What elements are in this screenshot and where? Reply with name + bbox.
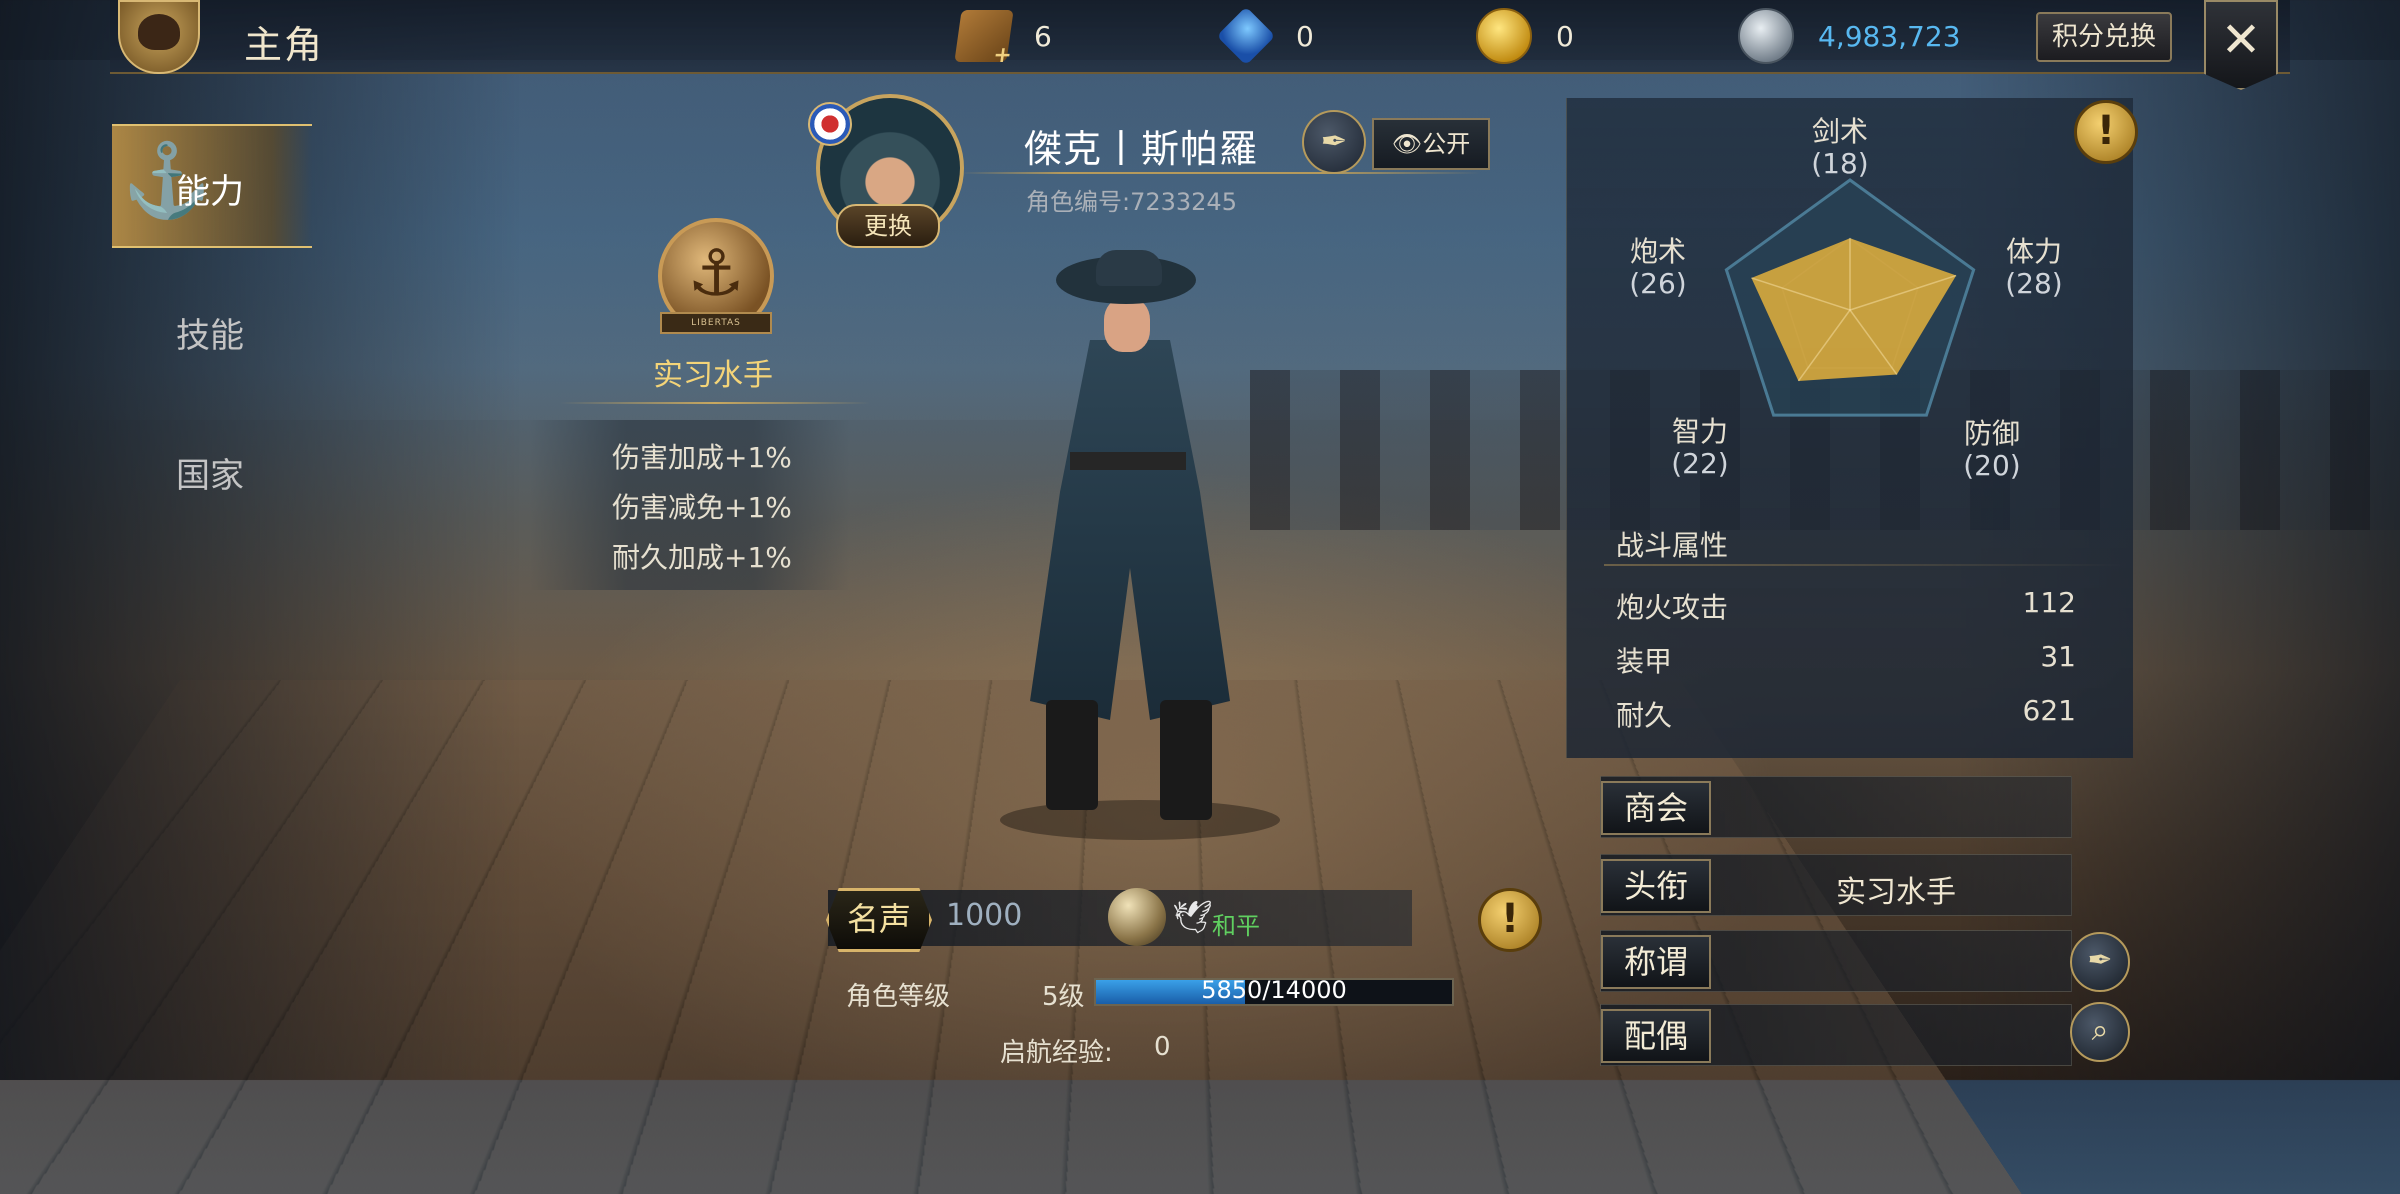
resource-coin[interactable]: 0 [1476, 8, 1574, 64]
tab-skills[interactable]: 技能 [112, 270, 312, 390]
resource-chest-value: 6 [1034, 19, 1052, 53]
info-row-tag: 头衔 [1601, 859, 1711, 913]
tab-skills-label: 技能 [176, 316, 244, 356]
xp-progress-text: 5850/14000 [1201, 976, 1347, 1004]
rank-badge-ribbon: LIBERTAS [660, 312, 772, 334]
character-boot-left [1046, 700, 1098, 810]
fame-value: 1000 [946, 898, 1023, 933]
coin-icon [1476, 8, 1532, 64]
top-bar [110, 0, 2290, 74]
rank-bonus-damage-reduction: 伤害减免+1% [612, 491, 792, 524]
combat-row-label: 耐久 [1616, 699, 1673, 732]
radar-label-sword-name: 剑术 [1811, 115, 1868, 148]
level-label: 角色等级 [846, 982, 951, 1012]
resource-silver-value: 4,983,723 [1818, 19, 1961, 53]
tab-nation-label: 国家 [176, 456, 244, 496]
rank-name: 实习水手 [653, 358, 773, 393]
name-underline [960, 172, 1480, 174]
character-id: 角色编号:7233245 [1026, 188, 1237, 216]
peace-status-orb-icon[interactable] [1108, 888, 1166, 946]
combat-row-value: 621 [2022, 694, 2076, 727]
points-exchange-button[interactable]: 积分兑换 [2036, 12, 2172, 62]
sail-exp-value: 0 [1154, 1032, 1171, 1062]
stats-info-icon[interactable]: ! [2074, 100, 2138, 164]
dove-icon: 🕊 [1172, 898, 1213, 936]
radar-label-stamina-value: (28) [2005, 267, 2063, 300]
radar-label-intellect-name: 智力 [1671, 415, 1728, 448]
resource-chest[interactable]: + 6 [954, 10, 1052, 68]
rank-divider [560, 402, 870, 404]
radar-label-stamina-name: 体力 [2005, 235, 2062, 268]
combat-row-value: 31 [2040, 640, 2076, 673]
combat-stats-title: 战斗属性 [1616, 529, 1729, 562]
radar-label-defense-name: 防御 [1963, 417, 2020, 450]
level-number: 5级 [1042, 982, 1085, 1012]
radar-label-defense-value: (20) [1963, 449, 2021, 482]
radar-label-gunnery-value: (26) [1629, 267, 1687, 300]
page-title: 主角 [244, 23, 325, 67]
search-icon[interactable]: ⌕ [2070, 1002, 2130, 1062]
info-row-value: 实习水手 [1836, 875, 1956, 910]
info-row-tag: 称谓 [1601, 935, 1711, 989]
fame-info-icon[interactable]: ! [1478, 888, 1542, 952]
chest-icon: + [954, 10, 1014, 68]
character-name: 傑克丨斯帕羅 [1024, 127, 1259, 171]
combat-row-label: 装甲 [1616, 645, 1673, 678]
public-label: 公开 [1422, 130, 1471, 158]
resource-coin-value: 0 [1556, 19, 1574, 53]
close-icon[interactable]: ✕ [2204, 0, 2278, 90]
rank-bonus-damage: 伤害加成+1% [612, 441, 792, 474]
radar-label-intellect: 智力 (22) [1640, 416, 1760, 480]
info-row-tag: 配偶 [1601, 1009, 1711, 1063]
resource-silver[interactable]: 4,983,723 [1738, 8, 1961, 64]
peace-status-label: 和平 [1212, 912, 1260, 940]
rename-quill-icon[interactable]: ✒ [1302, 110, 1366, 174]
fame-tag: 名声 [826, 888, 932, 952]
character-hat-crown [1096, 250, 1162, 286]
tab-ability[interactable]: ⚓ 能力 [112, 124, 312, 248]
radar-label-intellect-value: (22) [1671, 447, 1729, 480]
nation-flag-icon [808, 102, 852, 146]
character-boot-right [1160, 700, 1212, 820]
resource-gem-value: 0 [1296, 19, 1314, 53]
character-belt [1070, 452, 1186, 470]
tab-ability-label: 能力 [176, 172, 244, 212]
sail-exp-label: 启航经验: [1000, 1038, 1113, 1068]
info-row-title[interactable]: 头衔 实习水手 [1600, 854, 2072, 916]
silver-coin-icon [1738, 8, 1794, 64]
change-portrait-button[interactable]: 更换 [836, 204, 940, 248]
public-toggle-button[interactable]: 👁公开 [1372, 118, 1490, 170]
info-row-tag: 商会 [1601, 781, 1711, 835]
edit-quill-icon[interactable]: ✒ [2070, 932, 2130, 992]
info-row-spouse[interactable]: 配偶 [1600, 1004, 2072, 1066]
tab-nation[interactable]: 国家 [112, 410, 312, 530]
xp-progress-bar: 5850/14000 [1094, 976, 1454, 1006]
character-shadow [1000, 800, 1280, 840]
combat-row-value: 112 [2022, 586, 2076, 619]
combat-row-label: 炮火攻击 [1616, 591, 1729, 624]
gem-icon [1216, 6, 1276, 66]
eye-icon: 👁 [1391, 130, 1423, 158]
combat-stats-divider [1604, 564, 2124, 566]
character-head [1104, 298, 1150, 352]
radar-label-gunnery-name: 炮术 [1629, 235, 1686, 268]
radar-label-gunnery: 炮术 (26) [1598, 236, 1718, 300]
radar-label-sword-value: (18) [1811, 147, 1869, 180]
rank-bonus-durability: 耐久加成+1% [612, 541, 792, 574]
resource-gem[interactable]: 0 [1216, 6, 1314, 66]
info-row-guild[interactable]: 商会 [1600, 776, 2072, 838]
attribute-radar-chart [1724, 178, 1976, 417]
info-row-appellation[interactable]: 称谓 [1600, 930, 2072, 992]
radar-label-stamina: 体力 (28) [1974, 236, 2094, 300]
plus-icon[interactable]: + [992, 43, 1015, 68]
radar-label-defense: 防御 (20) [1932, 418, 2052, 482]
radar-label-sword: 剑术 (18) [1780, 116, 1900, 180]
